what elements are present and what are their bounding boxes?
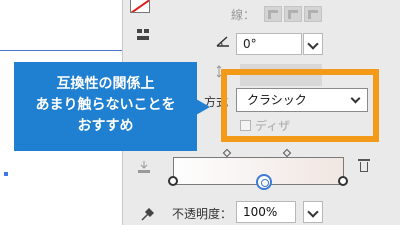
callout-line-3: おすすめ: [77, 118, 134, 134]
opacity-input[interactable]: 100%: [236, 201, 296, 223]
align-stroke-icon[interactable]: [136, 28, 150, 45]
angle-dropdown-button[interactable]: [303, 33, 323, 55]
angle-input[interactable]: 0°: [236, 33, 302, 55]
annotation-callout-text: 互換性の関係上 あまり触らないことを おすすめ: [14, 74, 197, 137]
trash-icon[interactable]: [358, 159, 370, 173]
gradient-stop-right[interactable]: [338, 176, 348, 186]
opacity-label: 不透明度：: [172, 207, 233, 221]
callout-line-1: 互換性の関係上: [56, 76, 155, 92]
stroke-join-miter-button[interactable]: [264, 6, 282, 22]
chevron-down-icon: [307, 38, 319, 50]
no-fill-swatch-icon[interactable]: [130, 0, 150, 13]
opacity-dropdown-button[interactable]: [303, 201, 323, 223]
stroke-join-bevel-button[interactable]: [304, 6, 322, 22]
callout-line-2: あまり触らないことを: [35, 97, 176, 113]
gradient-stop-selected[interactable]: [256, 174, 272, 190]
highlight-frame: [221, 69, 379, 142]
chevron-down-icon: [307, 206, 319, 218]
gradient-stop-left[interactable]: [168, 176, 178, 186]
gradient-reverse-icon[interactable]: [137, 160, 151, 177]
selection-line: [0, 50, 122, 51]
stroke-join-round-button[interactable]: [284, 6, 302, 22]
annotation-callout-pointer: [196, 99, 210, 115]
angle-icon: [216, 35, 230, 50]
anchor-point[interactable]: [4, 172, 8, 176]
stroke-label: 線：: [231, 8, 256, 22]
eyedropper-icon[interactable]: [140, 207, 155, 225]
